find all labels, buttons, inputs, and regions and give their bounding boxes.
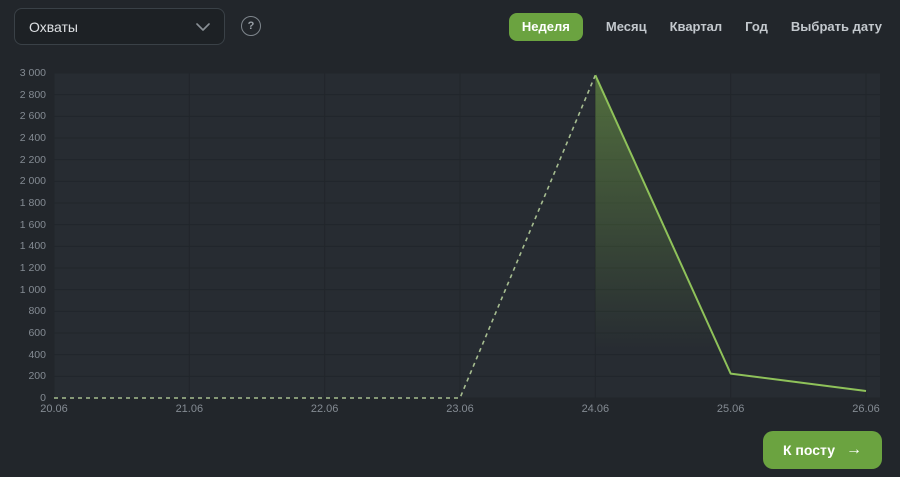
tab-quarter[interactable]: Квартал bbox=[670, 13, 723, 41]
x-axis-label: 23.06 bbox=[446, 403, 474, 415]
analytics-panel: Охваты ? Неделя Месяц Квартал Год Выбрать да… bbox=[0, 0, 900, 477]
y-axis-label: 2 600 bbox=[19, 110, 46, 123]
y-axis-label: 2 800 bbox=[19, 88, 46, 101]
y-axis-label: 1 000 bbox=[19, 283, 46, 296]
chart-plot-area[interactable] bbox=[54, 73, 880, 398]
metric-dropdown[interactable]: Охваты bbox=[14, 8, 225, 45]
y-axis-label: 800 bbox=[28, 305, 46, 318]
y-axis-label: 400 bbox=[28, 348, 46, 361]
period-tabs: Неделя Месяц Квартал Год Выбрать дату bbox=[508, 13, 882, 41]
go-to-post-button[interactable]: К посту → bbox=[762, 431, 882, 469]
tab-week[interactable]: Неделя bbox=[508, 13, 583, 41]
y-axis-label: 200 bbox=[28, 370, 46, 383]
y-axis-label: 1 800 bbox=[19, 197, 46, 209]
x-axis-label: 25.06 bbox=[716, 403, 745, 415]
y-axis-label: 1 600 bbox=[19, 218, 46, 231]
x-axis-label: 21.06 bbox=[175, 403, 204, 415]
arrow-right-icon: → bbox=[846, 441, 862, 458]
tab-year[interactable]: Год bbox=[745, 13, 768, 41]
tab-month[interactable]: Месяц bbox=[606, 13, 647, 41]
y-axis-label: 600 bbox=[28, 327, 46, 339]
y-axis-label: 3 000 bbox=[19, 67, 46, 79]
y-axis-label: 1 200 bbox=[19, 262, 46, 274]
go-to-post-label: К посту bbox=[782, 442, 835, 458]
x-axis-label: 20.06 bbox=[40, 403, 68, 415]
y-axis-label: 1 400 bbox=[19, 240, 46, 253]
x-axis-label: 26.06 bbox=[852, 403, 880, 415]
metric-dropdown-value: Охваты bbox=[29, 18, 78, 35]
chevron-down-icon bbox=[196, 22, 210, 31]
y-axis-label: 2 200 bbox=[19, 153, 46, 166]
y-axis-label: 2 000 bbox=[19, 175, 46, 188]
tab-pick-date[interactable]: Выбрать дату bbox=[791, 13, 882, 41]
y-axis-label: 2 400 bbox=[19, 132, 46, 144]
help-icon[interactable]: ? bbox=[241, 16, 261, 36]
x-axis-label: 24.06 bbox=[581, 403, 610, 415]
x-axis-label: 22.06 bbox=[310, 403, 339, 415]
